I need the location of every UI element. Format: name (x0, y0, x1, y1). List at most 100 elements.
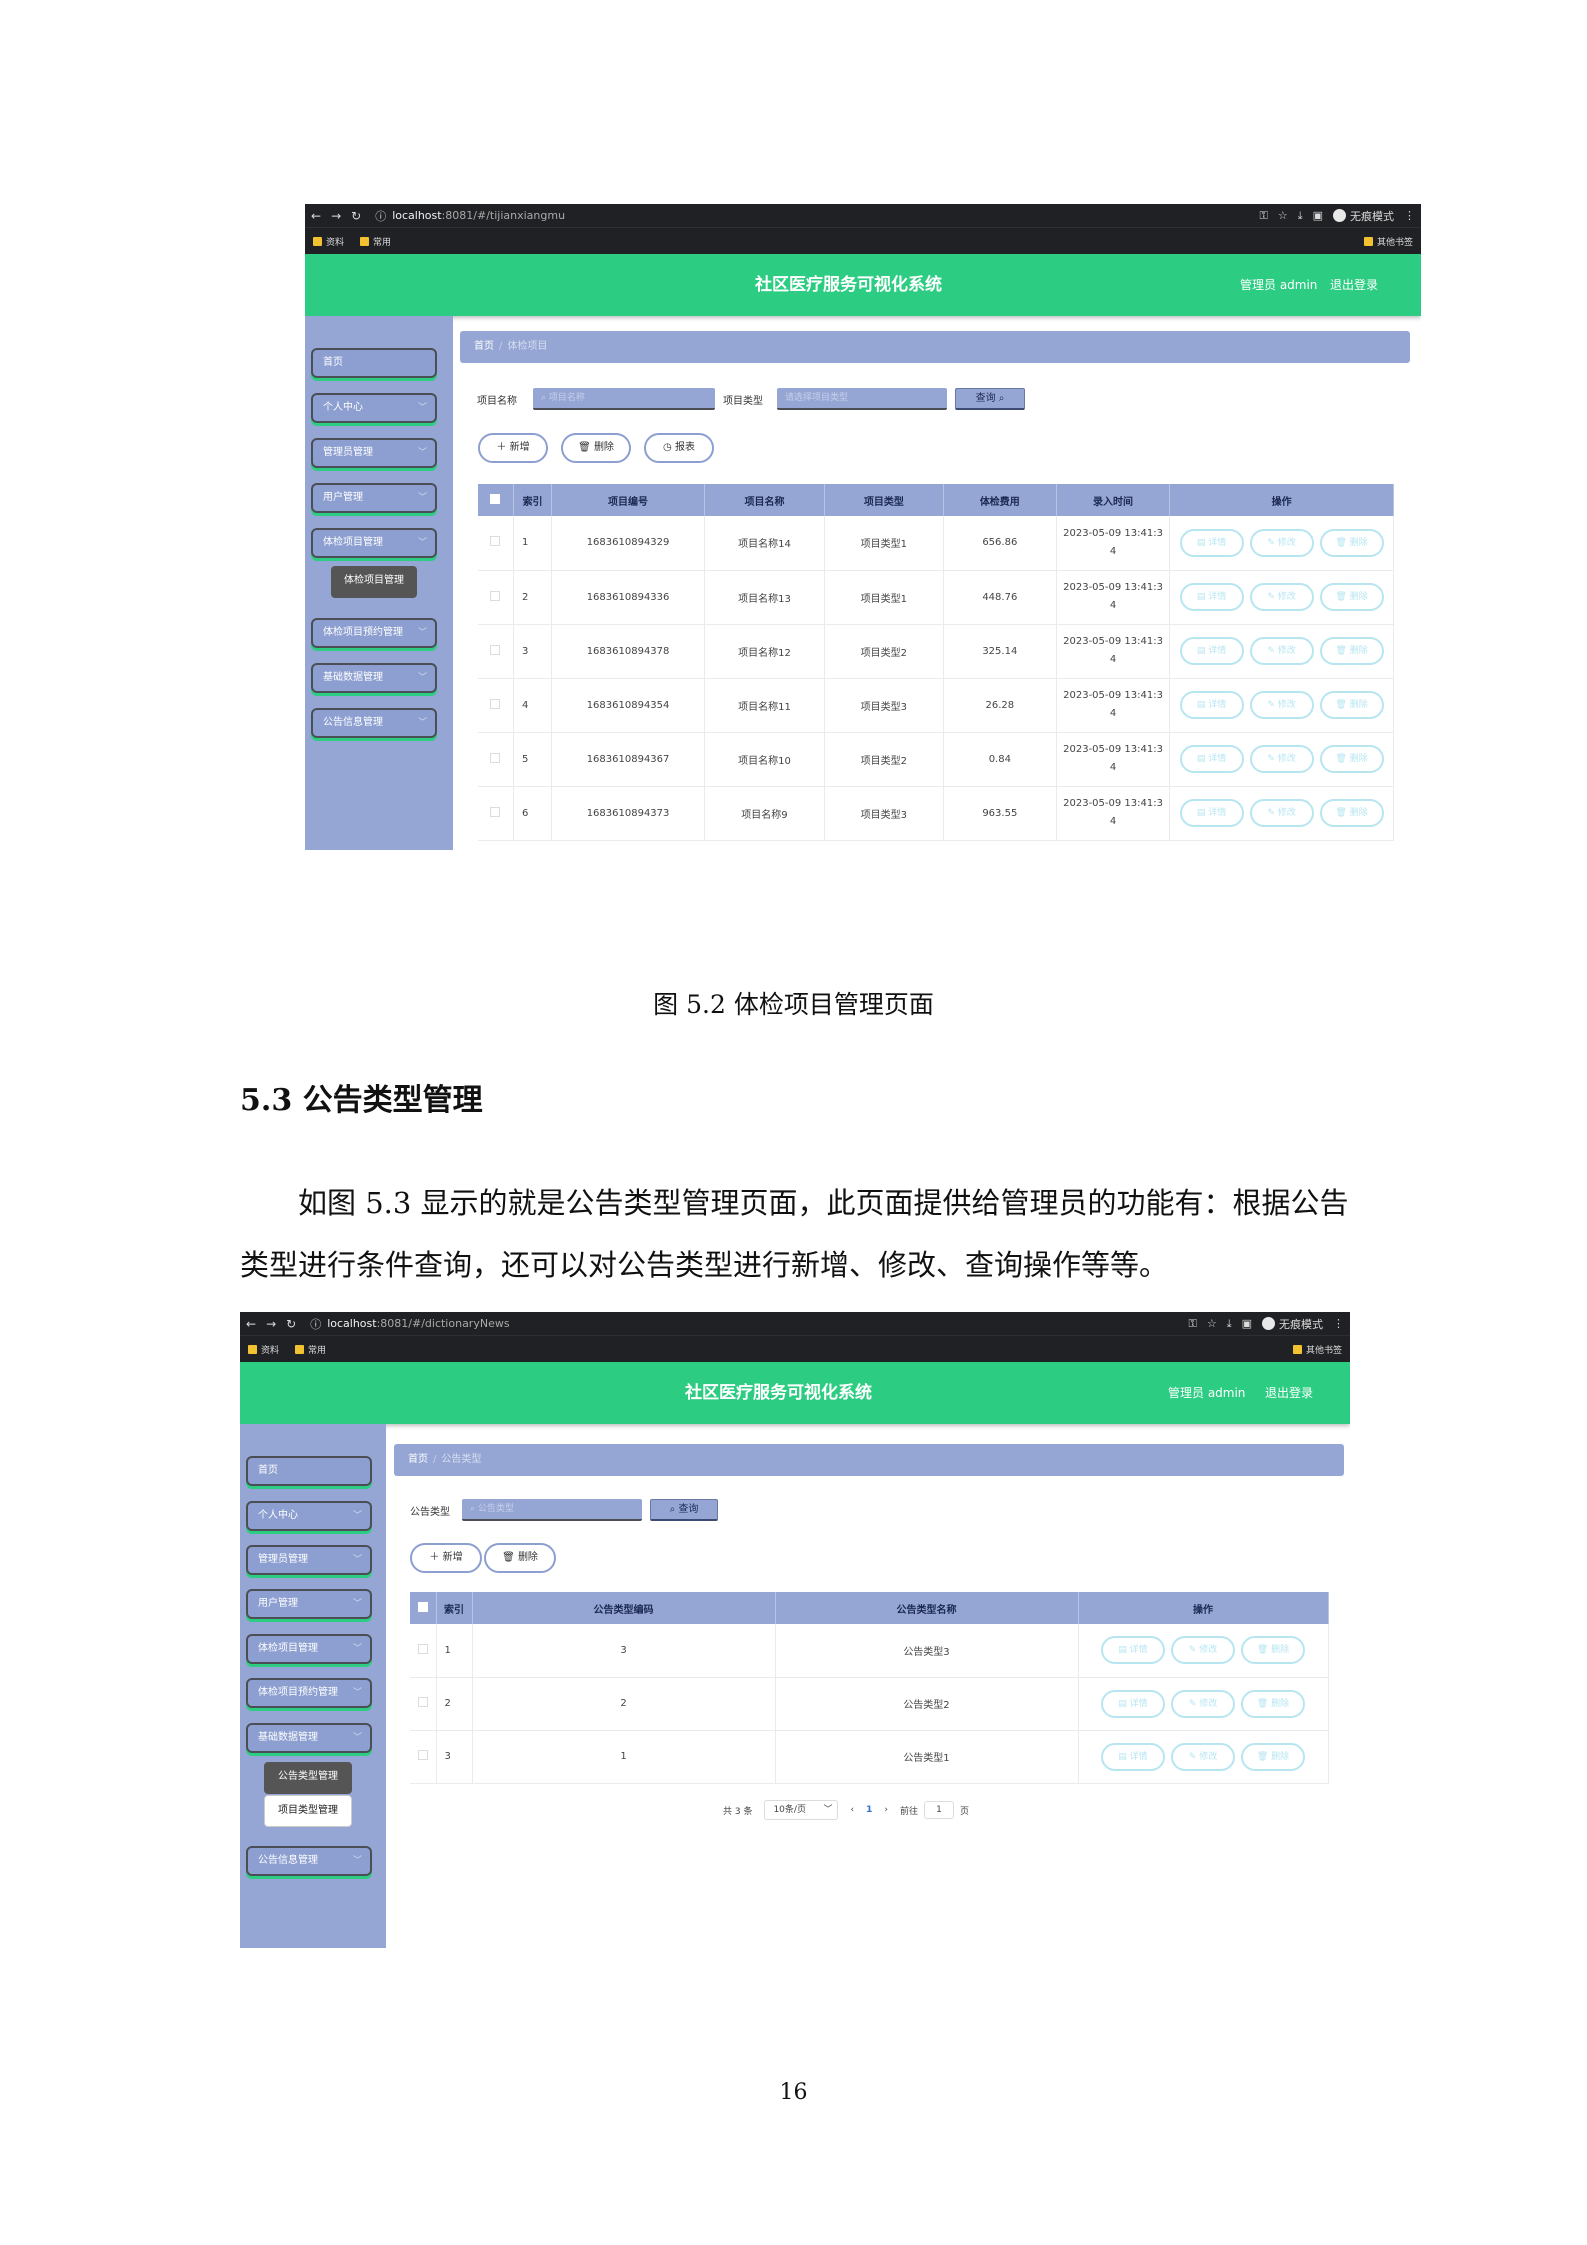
delete-row-button[interactable]: 🗑 删除 (1241, 1636, 1305, 1665)
delete-row-button[interactable]: 🗑 删除 (1241, 1742, 1305, 1771)
next-page-icon[interactable]: › (884, 1805, 888, 1815)
sidebar-item-checkup[interactable]: 体检项目管理 ﹀ (246, 1634, 372, 1664)
delete-row-button[interactable]: 🗑 删除 (1319, 799, 1384, 827)
project-name-input[interactable]: ⌕ 项目名称 (533, 388, 715, 410)
logout-link[interactable]: 退出登录 (1265, 1362, 1313, 1424)
sidebar-item-base-data[interactable]: 基础数据管理 ﹀ (246, 1723, 372, 1753)
edit-button[interactable]: ✎ 修改 (1171, 1689, 1235, 1718)
sidebar-item-home[interactable]: 首页 (311, 348, 437, 378)
detail-button[interactable]: ▤ 详情 (1179, 528, 1244, 557)
sidebar-item-home[interactable]: 首页 (246, 1456, 372, 1486)
detail-button[interactable]: ▤ 详情 (1179, 799, 1244, 827)
project-type-select[interactable]: 请选择项目类型 (777, 388, 947, 410)
bookmark-folder[interactable]: 资料 (313, 235, 344, 248)
sidebar-item-booking[interactable]: 体检项目预约管理 ﹀ (246, 1678, 372, 1708)
delete-row-button[interactable]: 🗑 删除 (1319, 528, 1384, 557)
logout-link[interactable]: 退出登录 (1330, 254, 1378, 316)
row-checkbox[interactable] (410, 1624, 437, 1678)
breadcrumb-home[interactable]: 首页 (408, 1454, 428, 1465)
other-bookmarks[interactable]: 其他书签 (1363, 235, 1413, 248)
page-number-current[interactable]: 1 (866, 1805, 872, 1815)
edit-button[interactable]: ✎ 修改 (1249, 583, 1314, 611)
edit-button[interactable]: ✎ 修改 (1249, 637, 1314, 665)
sidebar-item-personal[interactable]: 个人中心 ﹀ (311, 393, 437, 423)
reload-icon[interactable]: ↻ (286, 1317, 296, 1331)
sidebar-item-base-data[interactable]: 基础数据管理 ﹀ (311, 663, 437, 693)
download-icon[interactable]: ⤓ (1298, 209, 1303, 223)
sidepanel-icon[interactable]: ▣ (1313, 209, 1323, 222)
notice-type-input[interactable]: ⌕ 公告类型 (462, 1499, 642, 1521)
delete-row-button[interactable]: 🗑 删除 (1319, 691, 1384, 719)
submenu-notice-types[interactable]: 公告类型管理 (264, 1762, 352, 1794)
star-icon[interactable]: ☆ (1207, 1317, 1217, 1330)
sidebar-item-personal[interactable]: 个人中心 ﹀ (246, 1501, 372, 1531)
address-bar[interactable]: ⓘ localhost:8081/#/tijianxiangmu (375, 208, 1259, 224)
row-checkbox[interactable] (410, 1730, 437, 1784)
prev-page-icon[interactable]: ‹ (850, 1805, 854, 1815)
row-checkbox[interactable] (478, 732, 514, 787)
sidebar-item-users[interactable]: 用户管理 ﹀ (311, 483, 437, 513)
sidepanel-icon[interactable]: ▣ (1242, 1317, 1252, 1330)
forward-icon[interactable]: → (266, 1317, 276, 1331)
back-icon[interactable]: ← (311, 209, 321, 223)
bookmark-folder[interactable]: 资料 (248, 1343, 279, 1356)
key-icon[interactable]: ⚿ (1259, 209, 1267, 223)
reload-icon[interactable]: ↻ (351, 209, 361, 223)
sidebar-item-users[interactable]: 用户管理 ﹀ (246, 1589, 372, 1619)
star-icon[interactable]: ☆ (1278, 209, 1288, 222)
back-icon[interactable]: ← (246, 1317, 256, 1331)
add-button[interactable]: ＋ 新增 (410, 1543, 482, 1573)
row-checkbox[interactable] (478, 678, 514, 733)
select-all-checkbox[interactable] (410, 1592, 437, 1624)
sidebar-item-notice[interactable]: 公告信息管理 ﹀ (311, 708, 437, 738)
edit-button[interactable]: ✎ 修改 (1171, 1636, 1235, 1665)
sidebar-item-admin[interactable]: 管理员管理 ﹀ (311, 438, 437, 468)
delete-row-button[interactable]: 🗑 删除 (1241, 1689, 1305, 1718)
goto-page-input[interactable]: 1 (923, 1801, 954, 1819)
add-button[interactable]: ＋ 新增 (478, 433, 548, 463)
delete-button[interactable]: 🗑 删除 (561, 433, 631, 463)
other-bookmarks[interactable]: 其他书签 (1292, 1343, 1342, 1356)
address-bar[interactable]: ⓘ localhost:8081/#/dictionaryNews (310, 1316, 1188, 1332)
edit-button[interactable]: ✎ 修改 (1171, 1742, 1235, 1771)
incognito-badge[interactable]: 无痕模式 (1262, 1316, 1323, 1332)
query-button[interactable]: ⌕ 查询 (650, 1499, 718, 1521)
submenu-checkup-items[interactable]: 体检项目管理 (331, 566, 417, 598)
sidebar-item-admin[interactable]: 管理员管理 ﹀ (246, 1545, 372, 1575)
menu-icon[interactable]: ⋮ (1333, 1317, 1344, 1330)
edit-button[interactable]: ✎ 修改 (1249, 528, 1314, 557)
sidebar-item-notice[interactable]: 公告信息管理 ﹀ (246, 1846, 372, 1876)
delete-button[interactable]: 🗑 删除 (484, 1543, 556, 1573)
row-checkbox[interactable] (478, 516, 514, 571)
detail-button[interactable]: ▤ 详情 (1179, 637, 1244, 665)
breadcrumb-home[interactable]: 首页 (474, 341, 494, 352)
key-icon[interactable]: ⚿ (1188, 1317, 1196, 1331)
page-size-select[interactable]: 10条/页 ﹀ (764, 1800, 839, 1820)
edit-button[interactable]: ✎ 修改 (1249, 745, 1314, 773)
forward-icon[interactable]: → (331, 209, 341, 223)
edit-button[interactable]: ✎ 修改 (1249, 799, 1314, 827)
submenu-project-types[interactable]: 项目类型管理 (264, 1795, 352, 1827)
detail-button[interactable]: ▤ 详情 (1179, 745, 1244, 773)
detail-button[interactable]: ▤ 详情 (1101, 1689, 1165, 1718)
row-checkbox[interactable] (410, 1677, 437, 1731)
row-checkbox[interactable] (478, 624, 514, 679)
download-icon[interactable]: ⤓ (1227, 1317, 1232, 1331)
sidebar-item-booking[interactable]: 体检项目预约管理 ﹀ (311, 618, 437, 648)
detail-button[interactable]: ▤ 详情 (1101, 1742, 1165, 1771)
detail-button[interactable]: ▤ 详情 (1179, 583, 1244, 611)
bookmark-folder[interactable]: 常用 (295, 1343, 326, 1356)
detail-button[interactable]: ▤ 详情 (1179, 691, 1244, 719)
delete-row-button[interactable]: 🗑 删除 (1319, 583, 1384, 611)
delete-row-button[interactable]: 🗑 删除 (1319, 745, 1384, 773)
menu-icon[interactable]: ⋮ (1404, 209, 1415, 222)
edit-button[interactable]: ✎ 修改 (1249, 691, 1314, 719)
select-all-checkbox[interactable] (478, 484, 514, 516)
query-button[interactable]: 查询 ⌕ (955, 388, 1025, 410)
row-checkbox[interactable] (478, 570, 514, 625)
row-checkbox[interactable] (478, 786, 514, 841)
report-button[interactable]: ◷ 报表 (644, 433, 714, 463)
bookmark-folder[interactable]: 常用 (360, 235, 391, 248)
sidebar-item-checkup[interactable]: 体检项目管理 ﹀ (311, 528, 437, 558)
delete-row-button[interactable]: 🗑 删除 (1319, 637, 1384, 665)
